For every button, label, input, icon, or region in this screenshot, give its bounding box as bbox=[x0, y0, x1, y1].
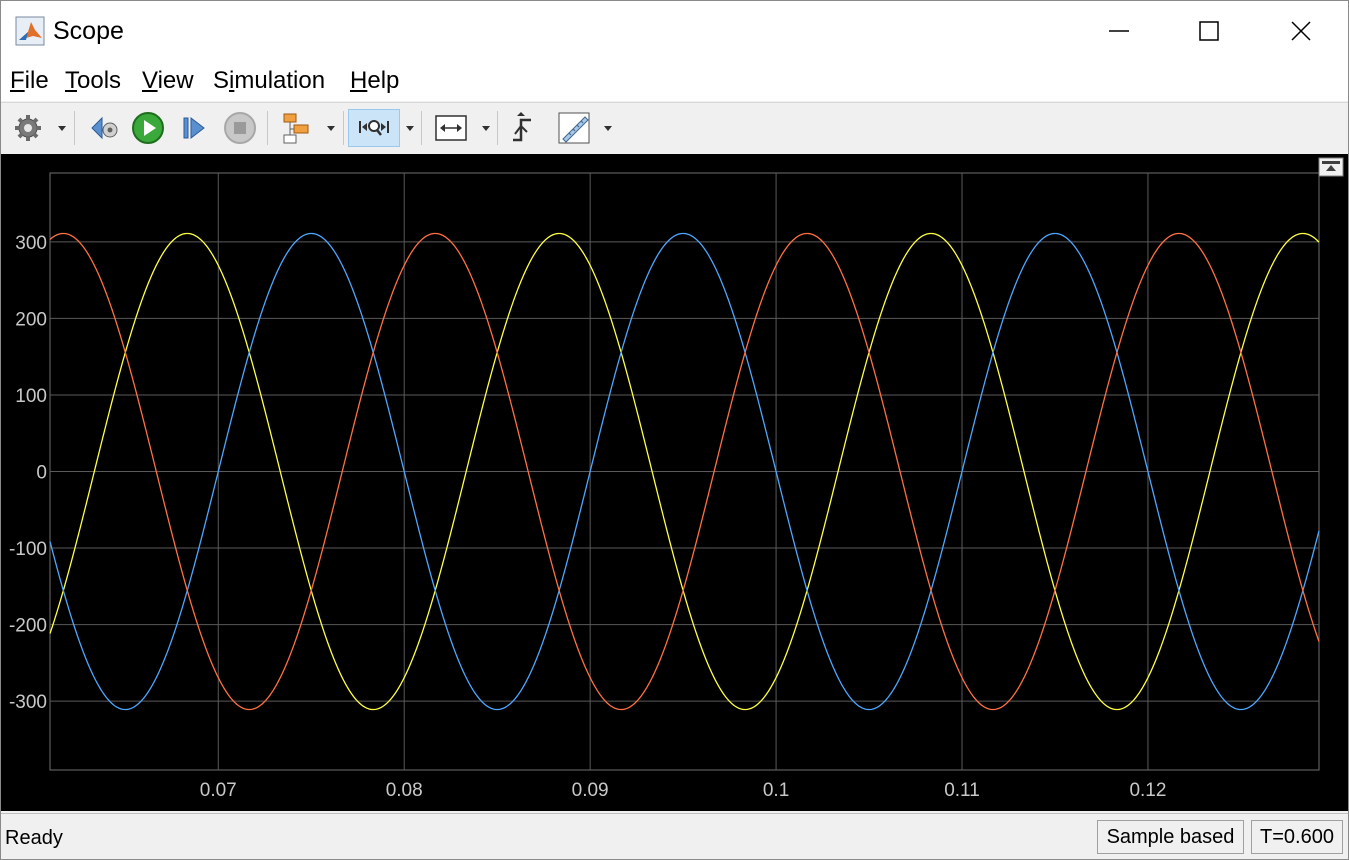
maximize-button[interactable] bbox=[1163, 1, 1255, 61]
status-bar: Ready Sample based T=0.600 bbox=[1, 813, 1348, 859]
stop-icon bbox=[224, 112, 256, 144]
menu-simulation[interactable]: Simulation bbox=[213, 66, 325, 96]
triggers-button[interactable] bbox=[505, 109, 543, 147]
close-icon bbox=[1291, 21, 1311, 41]
scale-axes-button[interactable] bbox=[431, 109, 471, 147]
close-button[interactable] bbox=[1255, 1, 1347, 61]
highlight-block-dropdown[interactable] bbox=[324, 109, 338, 147]
zoom-icon bbox=[359, 120, 389, 136]
x-tick-label: 0.07 bbox=[200, 780, 237, 801]
window-title: Scope bbox=[53, 17, 124, 45]
menu-help[interactable]: Help bbox=[350, 66, 399, 96]
zoom-button[interactable] bbox=[348, 109, 400, 147]
y-tick-label: 200 bbox=[15, 309, 47, 330]
sampling-mode-field: Sample based bbox=[1097, 820, 1244, 854]
menu-file[interactable]: File bbox=[10, 66, 49, 96]
x-tick-label: 0.11 bbox=[944, 780, 980, 801]
menu-bar: File Tools View Simulation Help bbox=[1, 61, 1348, 146]
measurements-dropdown[interactable] bbox=[601, 109, 615, 147]
menu-view[interactable]: View bbox=[142, 66, 194, 96]
run-icon bbox=[132, 112, 164, 144]
configuration-dropdown[interactable] bbox=[55, 109, 69, 147]
status-text: Ready bbox=[5, 827, 63, 849]
toolbar bbox=[1, 102, 1348, 155]
x-tick-label: 0.12 bbox=[1129, 780, 1166, 801]
step-forward-button[interactable] bbox=[175, 109, 213, 147]
restore-layout-icon[interactable] bbox=[1318, 157, 1344, 177]
stop-button[interactable] bbox=[221, 109, 259, 147]
highlight-block-button[interactable] bbox=[277, 109, 317, 147]
y-tick-label: 100 bbox=[15, 386, 47, 407]
measurements-icon bbox=[558, 112, 590, 144]
step-forward-icon bbox=[183, 116, 205, 140]
simulation-time-field: T=0.600 bbox=[1251, 820, 1343, 854]
maximize-icon bbox=[1199, 21, 1219, 41]
menu-tools[interactable]: Tools bbox=[65, 66, 121, 96]
minimize-button[interactable] bbox=[1073, 1, 1165, 61]
scale-axes-icon bbox=[435, 115, 467, 141]
y-tick-label: -300 bbox=[9, 692, 47, 713]
matlab-icon bbox=[15, 16, 45, 46]
run-button[interactable] bbox=[129, 109, 167, 147]
minimize-icon bbox=[1109, 30, 1129, 32]
configuration-button[interactable] bbox=[9, 109, 47, 147]
y-tick-label: -200 bbox=[9, 616, 47, 637]
scale-axes-dropdown[interactable] bbox=[479, 109, 493, 147]
scope-plot[interactable]: 300 200 100 0 -100 -200 -300 0.07 0.08 0.09 0.1 0.… bbox=[1, 154, 1348, 811]
scope-window: Scope File Tools View Simulation Help 30… bbox=[0, 0, 1349, 860]
x-tick-label: 0.09 bbox=[572, 780, 609, 801]
x-tick-label: 0.08 bbox=[386, 780, 423, 801]
gear-icon bbox=[15, 115, 41, 141]
highlight-block-icon bbox=[283, 113, 309, 144]
measurements-button[interactable] bbox=[554, 109, 594, 147]
step-back-icon bbox=[91, 116, 118, 140]
triggers-icon bbox=[513, 112, 531, 142]
step-back-button[interactable] bbox=[85, 109, 123, 147]
zoom-dropdown[interactable] bbox=[403, 109, 417, 147]
x-tick-label: 0.1 bbox=[763, 780, 789, 801]
y-tick-label: 300 bbox=[15, 233, 47, 254]
title-bar[interactable]: Scope bbox=[1, 1, 1348, 61]
y-tick-label: 0 bbox=[36, 463, 47, 484]
scope-display: 300 200 100 0 -100 -200 -300 0.07 0.08 0.09 0.1 0.… bbox=[1, 154, 1348, 811]
y-tick-label: -100 bbox=[9, 539, 47, 560]
